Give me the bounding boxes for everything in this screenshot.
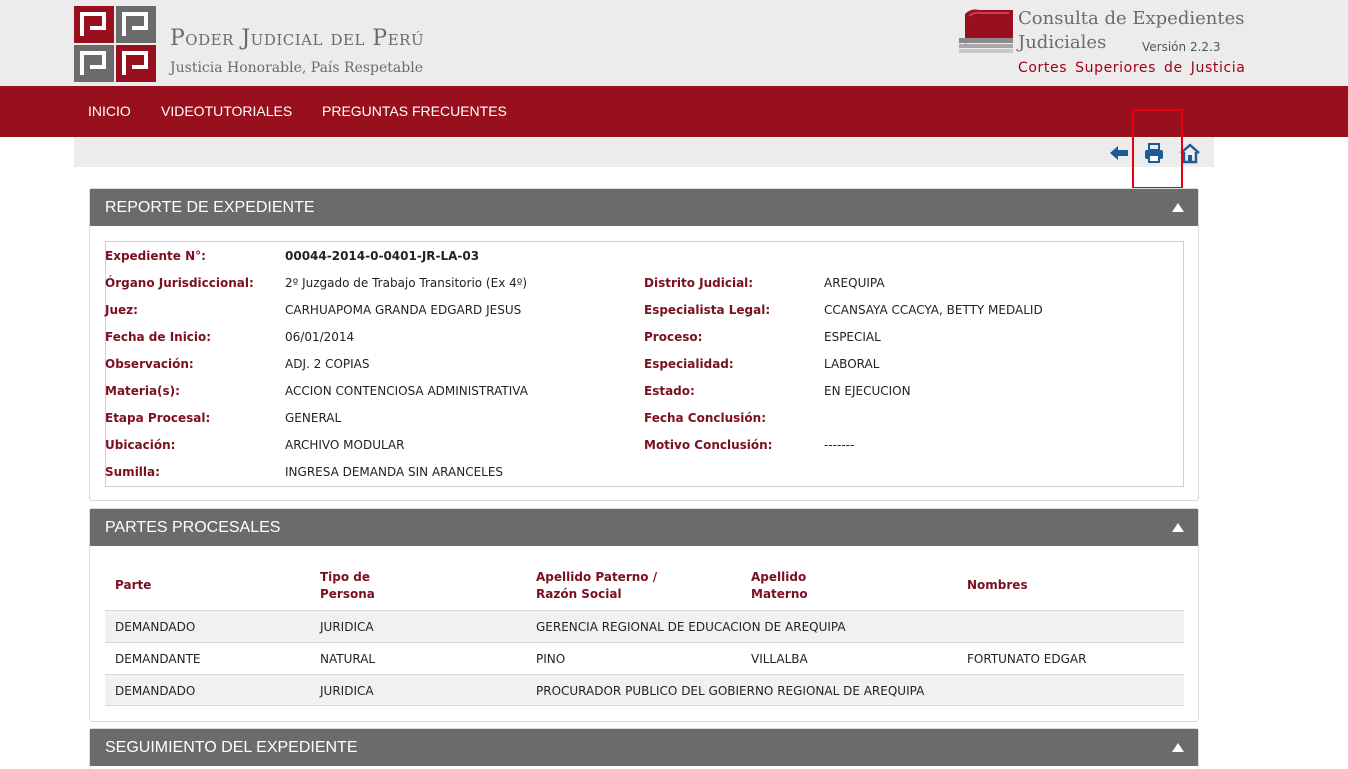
back-arrow-icon[interactable] <box>1108 142 1130 164</box>
collapse-icon[interactable] <box>1172 203 1184 212</box>
action-toolbar <box>74 137 1214 167</box>
field-value: INGRESA DEMANDA SIN ARANCELES <box>285 465 504 479</box>
judiciary-logo <box>74 6 156 82</box>
table-row: DEMANDANTE NATURAL PINO VILLALBA FORTUNA… <box>105 642 1184 674</box>
expediente-label: Expediente N°: <box>105 249 206 263</box>
cell-tipo-persona: JURIDICA <box>320 684 374 698</box>
app-subtitle: Cortes Superiores de Justicia <box>1018 60 1246 76</box>
field-value: GENERAL <box>285 411 342 425</box>
column-header-parte: Parte <box>115 578 152 592</box>
field-label: Distrito Judicial: <box>644 276 754 290</box>
brand-tagline: Justicia Honorable, País Respetable <box>170 60 423 76</box>
field-value: ACCION CONTENCIOSA ADMINISTRATIVA <box>285 384 528 398</box>
column-header-apellido-paterno: Apellido Paterno / Razón Social <box>536 570 658 601</box>
print-highlight-frame <box>1132 109 1183 189</box>
expediente-number: 00044-2014-0-0401-JR-LA-03 <box>285 249 480 263</box>
column-header-tipo-persona: Tipo de Persona <box>320 570 375 601</box>
table-row: DEMANDADO JURIDICA PROCURADOR PUBLICO DE… <box>105 674 1184 706</box>
panel-title: REPORTE DE EXPEDIENTE <box>105 199 315 216</box>
field-label: Motivo Conclusión: <box>644 438 773 452</box>
column-header-apellido-materno: Apellido Materno <box>751 570 808 601</box>
nav-item-videotutoriales[interactable]: VIDEOTUTORIALES <box>161 103 292 119</box>
cell-tipo-persona: JURIDICA <box>320 620 374 634</box>
cell-parte: DEMANDADO <box>115 620 196 634</box>
app-version: Versión 2.2.3 <box>1142 40 1221 54</box>
panel-header: PARTES PROCESALES <box>90 509 1198 546</box>
cell-nombres: FORTUNATO EDGAR <box>967 652 1087 666</box>
field-label: Especialidad: <box>644 357 734 371</box>
panel-title: PARTES PROCESALES <box>105 519 281 536</box>
cell-apellido-materno: VILLALBA <box>751 652 808 666</box>
nav-item-preguntas-frecuentes[interactable]: PREGUNTAS FRECUENTES <box>322 103 507 119</box>
field-label: Especialista Legal: <box>644 303 771 317</box>
books-logo-icon <box>959 9 1013 53</box>
site-header: Poder Judicial del Perú Justicia Honorab… <box>0 0 1348 86</box>
field-value: 06/01/2014 <box>285 330 355 344</box>
field-value: ARCHIVO MODULAR <box>285 438 405 452</box>
field-label: Estado: <box>644 384 695 398</box>
collapse-icon[interactable] <box>1172 523 1184 532</box>
cell-apellido-paterno: PINO <box>536 652 566 666</box>
cell-apellido-paterno: GERENCIA REGIONAL DE EDUCACION DE AREQUI… <box>536 620 846 634</box>
field-value: ADJ. 2 COPIAS <box>285 357 370 371</box>
field-value: LABORAL <box>824 357 880 371</box>
field-label: Proceso: <box>644 330 703 344</box>
field-value: ------- <box>824 438 855 452</box>
panel-header: REPORTE DE EXPEDIENTE <box>90 189 1198 226</box>
field-label: Ubicación: <box>105 438 176 452</box>
field-value: CCANSAYA CCACYA, BETTY MEDALID <box>824 303 1043 317</box>
field-label: Etapa Procesal: <box>105 411 211 425</box>
cell-parte: DEMANDANTE <box>115 652 201 666</box>
column-header-nombres: Nombres <box>967 578 1028 592</box>
field-value: EN EJECUCION <box>824 384 911 398</box>
partes-panel: PARTES PROCESALES Parte Tipo de Persona A… <box>89 508 1199 722</box>
nav-item-inicio[interactable]: INICIO <box>88 103 131 119</box>
field-value: AREQUIPA <box>824 276 885 290</box>
panel-title: SEGUIMIENTO DEL EXPEDIENTE <box>105 739 358 756</box>
reporte-panel: REPORTE DE EXPEDIENTE Expediente N°: 000… <box>89 188 1199 501</box>
brand-name: Poder Judicial del Perú <box>170 26 425 51</box>
field-value: ESPECIAL <box>824 330 881 344</box>
field-label: Fecha Conclusión: <box>644 411 766 425</box>
field-label: Sumilla: <box>105 465 160 479</box>
field-label: Órgano Jurisdiccional: <box>105 276 254 290</box>
field-value: 2º Juzgado de Trabajo Transitorio (Ex 4º… <box>285 276 528 290</box>
app-title-line1: Consulta de Expedientes <box>1018 8 1245 29</box>
field-label: Observación: <box>105 357 194 371</box>
seguimiento-panel: SEGUIMIENTO DEL EXPEDIENTE <box>89 728 1199 769</box>
cell-tipo-persona: NATURAL <box>320 652 376 666</box>
field-label: Juez: <box>105 303 138 317</box>
field-label: Materia(s): <box>105 384 180 398</box>
field-value: CARHUAPOMA GRANDA EDGARD JESUS <box>285 303 522 317</box>
cell-parte: DEMANDADO <box>115 684 196 698</box>
app-title-line2: Judiciales <box>1018 32 1107 53</box>
panel-header: SEGUIMIENTO DEL EXPEDIENTE <box>90 729 1198 766</box>
field-label: Fecha de Inicio: <box>105 330 212 344</box>
cell-apellido-paterno: PROCURADOR PUBLICO DEL GOBIERNO REGIONAL… <box>536 684 925 698</box>
table-row: DEMANDADO JURIDICA GERENCIA REGIONAL DE … <box>105 610 1184 642</box>
collapse-icon[interactable] <box>1172 743 1184 752</box>
